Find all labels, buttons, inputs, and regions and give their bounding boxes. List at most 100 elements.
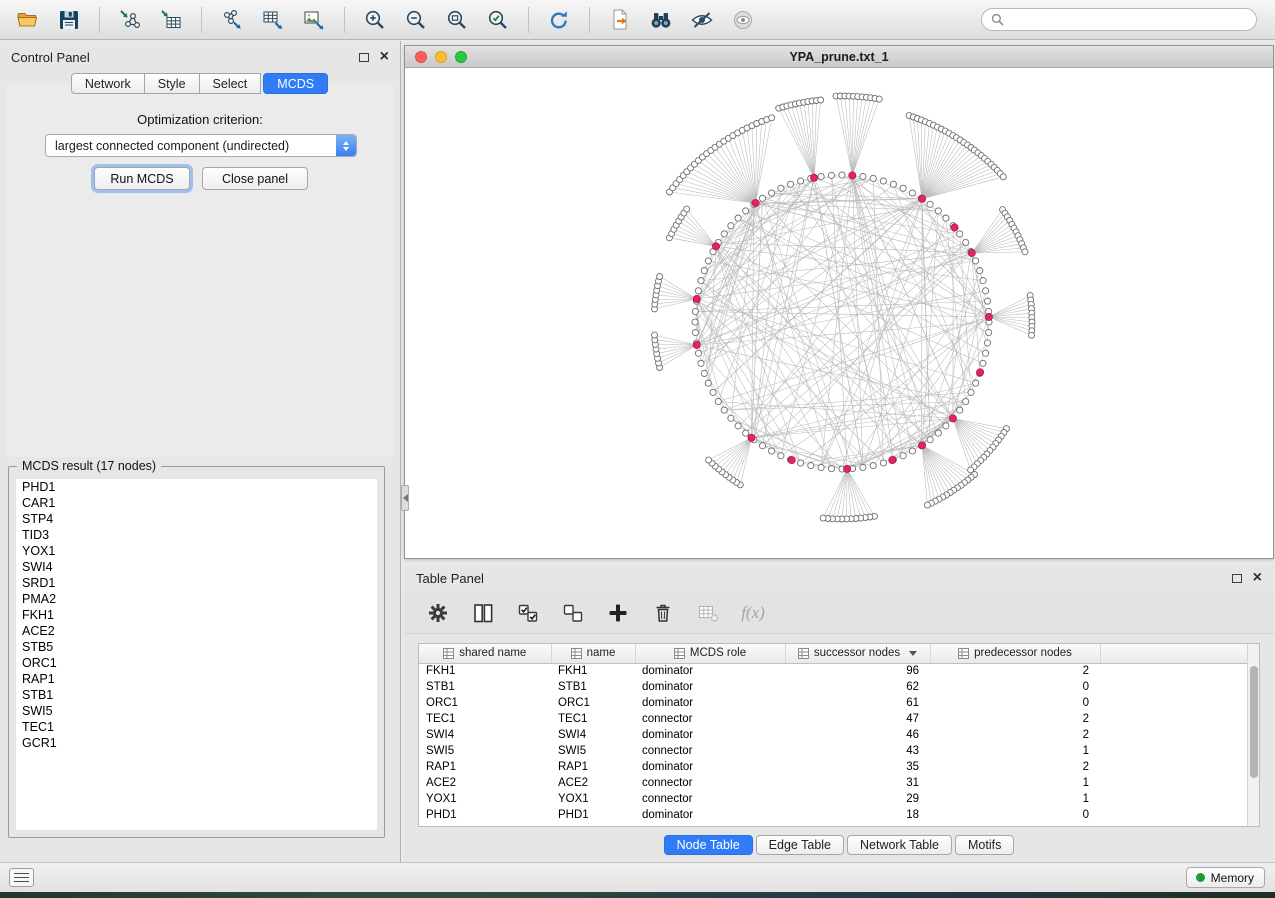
export-image-icon[interactable] bbox=[296, 4, 332, 36]
mcds-node-item[interactable]: YOX1 bbox=[16, 543, 377, 559]
table-cell[interactable]: connector bbox=[635, 711, 785, 727]
zoom-out-icon[interactable] bbox=[398, 4, 434, 36]
table-cell[interactable]: 62 bbox=[785, 679, 930, 695]
table-cell[interactable]: 46 bbox=[785, 727, 930, 743]
column-header-mcds-role[interactable]: MCDS role bbox=[635, 644, 785, 663]
column-header-successor-nodes[interactable]: successor nodes bbox=[785, 644, 930, 663]
open-file-icon[interactable] bbox=[10, 4, 46, 36]
table-cell[interactable]: dominator bbox=[635, 727, 785, 743]
table-row[interactable]: PHD1PHD1dominator180 bbox=[419, 807, 1248, 823]
table-cell[interactable]: 35 bbox=[785, 759, 930, 775]
panel-collapse-handle[interactable] bbox=[401, 485, 409, 511]
column-header-name[interactable]: name bbox=[551, 644, 635, 663]
table-cell[interactable]: dominator bbox=[635, 695, 785, 711]
table-cell[interactable]: TEC1 bbox=[551, 711, 635, 727]
column-header-predecessor-nodes[interactable]: predecessor nodes bbox=[930, 644, 1100, 663]
table-cell[interactable]: TEC1 bbox=[419, 711, 551, 727]
tab-mcds[interactable]: MCDS bbox=[263, 73, 328, 94]
table-cell[interactable]: ORC1 bbox=[419, 695, 551, 711]
save-session-icon[interactable] bbox=[51, 4, 87, 36]
table-cell[interactable]: ORC1 bbox=[551, 695, 635, 711]
tab-node-table[interactable]: Node Table bbox=[664, 835, 753, 855]
mcds-node-item[interactable]: SWI5 bbox=[16, 703, 377, 719]
window-minimize-button[interactable] bbox=[435, 51, 447, 63]
mcds-node-item[interactable]: PMA2 bbox=[16, 591, 377, 607]
table-cell[interactable]: SWI4 bbox=[419, 727, 551, 743]
table-cell[interactable]: connector bbox=[635, 791, 785, 807]
memory-button[interactable]: Memory bbox=[1186, 867, 1265, 888]
share-document-icon[interactable] bbox=[602, 4, 638, 36]
mcds-node-item[interactable]: FKH1 bbox=[16, 607, 377, 623]
run-mcds-button[interactable]: Run MCDS bbox=[94, 167, 190, 190]
table-cell[interactable]: STB1 bbox=[419, 679, 551, 695]
tab-motifs[interactable]: Motifs bbox=[955, 835, 1014, 855]
table-cell[interactable]: dominator bbox=[635, 679, 785, 695]
mcds-node-item[interactable]: STB1 bbox=[16, 687, 377, 703]
table-row[interactable]: ACE2ACE2connector311 bbox=[419, 775, 1248, 791]
table-cell[interactable]: SWI5 bbox=[419, 743, 551, 759]
float-panel-icon[interactable] bbox=[359, 53, 369, 62]
panel-menu-icon[interactable] bbox=[9, 868, 34, 887]
export-table-icon[interactable] bbox=[255, 4, 291, 36]
deselect-all-icon[interactable] bbox=[559, 599, 587, 627]
import-table-icon[interactable] bbox=[153, 4, 189, 36]
tab-network[interactable]: Network bbox=[71, 73, 145, 94]
tab-network-table[interactable]: Network Table bbox=[847, 835, 952, 855]
table-cell[interactable]: 18 bbox=[785, 807, 930, 823]
function-builder-button[interactable]: f(x) bbox=[739, 599, 767, 627]
table-row[interactable]: YOX1YOX1connector291 bbox=[419, 791, 1248, 807]
table-cell[interactable]: YOX1 bbox=[551, 791, 635, 807]
table-cell[interactable]: connector bbox=[635, 775, 785, 791]
table-cell[interactable]: ACE2 bbox=[551, 775, 635, 791]
table-cell[interactable]: 2 bbox=[930, 759, 1100, 775]
table-cell[interactable]: FKH1 bbox=[419, 663, 551, 679]
table-cell[interactable]: 43 bbox=[785, 743, 930, 759]
table-cell[interactable]: 2 bbox=[930, 727, 1100, 743]
delete-column-icon[interactable] bbox=[649, 599, 677, 627]
table-cell[interactable]: dominator bbox=[635, 807, 785, 823]
table-cell[interactable]: FKH1 bbox=[551, 663, 635, 679]
eye-icon[interactable] bbox=[725, 4, 761, 36]
mcds-node-item[interactable]: CAR1 bbox=[16, 495, 377, 511]
mcds-node-item[interactable]: TEC1 bbox=[16, 719, 377, 735]
export-network-icon[interactable] bbox=[214, 4, 250, 36]
table-row[interactable]: FKH1FKH1dominator962 bbox=[419, 663, 1248, 679]
table-row[interactable]: SWI4SWI4dominator462 bbox=[419, 727, 1248, 743]
mcds-node-item[interactable]: SRD1 bbox=[16, 575, 377, 591]
table-cell[interactable]: RAP1 bbox=[419, 759, 551, 775]
table-cell[interactable]: SWI5 bbox=[551, 743, 635, 759]
table-cell[interactable]: dominator bbox=[635, 759, 785, 775]
mcds-node-item[interactable]: TID3 bbox=[16, 527, 377, 543]
table-cell[interactable]: dominator bbox=[635, 663, 785, 679]
table-cell[interactable]: 1 bbox=[930, 791, 1100, 807]
table-cell[interactable]: 31 bbox=[785, 775, 930, 791]
tab-style[interactable]: Style bbox=[144, 73, 200, 94]
network-canvas[interactable] bbox=[405, 68, 1273, 558]
mcds-node-item[interactable]: RAP1 bbox=[16, 671, 377, 687]
table-cell[interactable]: RAP1 bbox=[551, 759, 635, 775]
scrollbar-thumb[interactable] bbox=[1250, 666, 1258, 778]
table-scrollbar[interactable] bbox=[1247, 644, 1259, 826]
refresh-icon[interactable] bbox=[541, 4, 577, 36]
window-zoom-button[interactable] bbox=[455, 51, 467, 63]
mcds-node-item[interactable]: SWI4 bbox=[16, 559, 377, 575]
table-row[interactable]: SWI5SWI5connector431 bbox=[419, 743, 1248, 759]
mcds-node-item[interactable]: PHD1 bbox=[16, 479, 377, 495]
table-cell[interactable]: 1 bbox=[930, 775, 1100, 791]
table-cell[interactable]: 0 bbox=[930, 695, 1100, 711]
table-settings-gear-icon[interactable] bbox=[424, 599, 452, 627]
close-panel-icon[interactable]: × bbox=[380, 49, 389, 65]
table-row[interactable]: TEC1TEC1connector472 bbox=[419, 711, 1248, 727]
table-cell[interactable]: PHD1 bbox=[551, 807, 635, 823]
add-column-icon[interactable] bbox=[604, 599, 632, 627]
mcds-node-item[interactable]: ACE2 bbox=[16, 623, 377, 639]
binoculars-icon[interactable] bbox=[643, 4, 679, 36]
criterion-dropdown[interactable]: largest connected component (undirected) bbox=[45, 134, 357, 157]
table-cell[interactable]: STB1 bbox=[551, 679, 635, 695]
table-cell[interactable]: PHD1 bbox=[419, 807, 551, 823]
table-cell[interactable]: 1 bbox=[930, 743, 1100, 759]
close-panel-button[interactable]: Close panel bbox=[202, 167, 308, 190]
zoom-in-icon[interactable] bbox=[357, 4, 393, 36]
column-header-shared-name[interactable]: shared name bbox=[419, 644, 551, 663]
table-cell[interactable]: ACE2 bbox=[419, 775, 551, 791]
